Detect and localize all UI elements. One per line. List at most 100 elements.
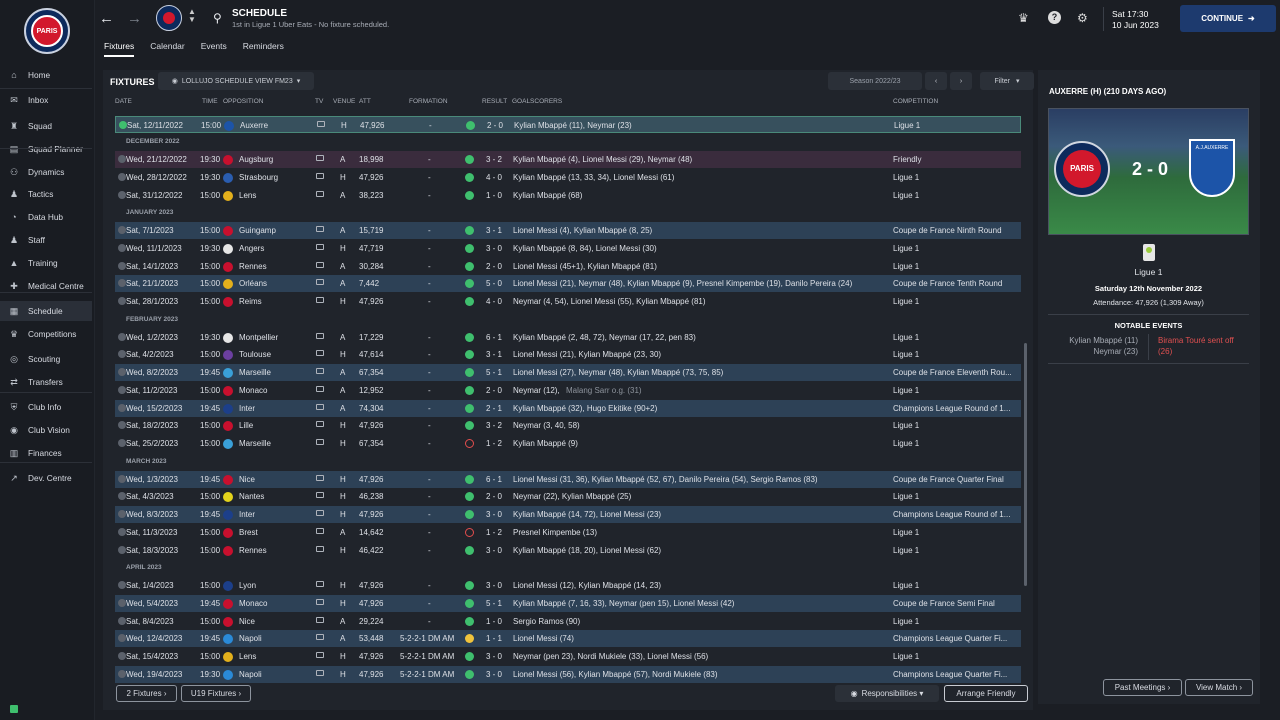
club-badge-small[interactable] xyxy=(156,5,182,31)
fixture-opposition[interactable]: Nice xyxy=(239,475,255,484)
sidebar-item-training[interactable]: ▲ Training xyxy=(0,253,92,273)
sidebar-item-transfers[interactable]: ⇄ Transfers xyxy=(0,372,92,392)
sidebar-item-competitions[interactable]: ♛ Competitions xyxy=(0,324,92,344)
fixture-row[interactable]: Wed, 12/4/2023 19:45 Napoli A 53,448 5-2-2-1 … xyxy=(115,630,1021,648)
column-header-result[interactable]: RESULT xyxy=(482,98,507,105)
fixture-opposition[interactable]: Toulouse xyxy=(239,350,271,359)
fixture-competition[interactable]: Ligue 1 xyxy=(893,652,919,661)
column-header-time[interactable]: TIME xyxy=(202,98,218,105)
fixture-opposition[interactable]: Nice xyxy=(239,617,255,626)
fixture-opposition[interactable]: Monaco xyxy=(239,599,267,608)
fixture-opposition[interactable]: Nantes xyxy=(239,492,264,501)
column-header-opposition[interactable]: OPPOSITION xyxy=(223,98,263,105)
settings-icon[interactable]: ⚙ xyxy=(1077,11,1088,25)
fixture-opposition[interactable]: Lens xyxy=(239,191,256,200)
fixture-row[interactable]: Sat, 4/3/2023 15:00 Nantes H 46,238 - 2 - 0 Ney… xyxy=(115,488,1021,505)
fixture-opposition[interactable]: Rennes xyxy=(239,262,267,271)
column-header-att[interactable]: ATT xyxy=(359,98,371,105)
fixture-row[interactable]: Sat, 18/2/2023 15:00 Lille H 47,926 - 3 - 2 Ney… xyxy=(115,417,1021,434)
tab-events[interactable]: Events xyxy=(201,41,227,57)
tab-reminders[interactable]: Reminders xyxy=(243,41,284,57)
season-selector[interactable]: Season 2022/23 xyxy=(828,72,922,90)
fixture-competition[interactable]: Ligue 1 xyxy=(893,546,919,555)
forward-icon[interactable]: → xyxy=(127,10,142,27)
prev-season-button[interactable]: ‹ xyxy=(925,72,947,90)
chevron-updown-icon[interactable]: ▲ ▼ xyxy=(188,8,196,24)
back-icon[interactable]: ← xyxy=(99,10,114,27)
fixture-competition[interactable]: Ligue 1 xyxy=(893,492,919,501)
tab-fixtures[interactable]: Fixtures xyxy=(104,41,135,57)
sidebar-item-squad[interactable]: ♜ Squad xyxy=(0,116,92,136)
fixture-row[interactable]: Wed, 1/3/2023 19:45 Nice H 47,926 - 6 - 1 Lione… xyxy=(115,470,1021,488)
column-header-formation[interactable]: FORMATION xyxy=(409,98,448,105)
column-header-venue[interactable]: VENUE xyxy=(333,98,355,105)
fixture-row[interactable]: Wed, 5/4/2023 19:45 Monaco H 47,926 - 5 - 1 Kyl… xyxy=(115,594,1021,612)
fixture-opposition[interactable]: Napoli xyxy=(239,634,262,643)
fixture-competition[interactable]: Ligue 1 xyxy=(893,528,919,537)
fixture-opposition[interactable]: Inter xyxy=(239,510,255,519)
fixture-competition[interactable]: Ligue 1 xyxy=(893,439,919,448)
fixture-row[interactable]: Sat, 31/12/2022 15:00 Lens A 38,223 - 1 - 0 Kyl… xyxy=(115,187,1021,204)
fixture-row[interactable]: Sat, 7/1/2023 15:00 Guingamp A 15,719 - 3 - 1 L… xyxy=(115,222,1021,239)
column-header-tv[interactable]: TV xyxy=(315,98,323,105)
fixture-row[interactable]: Wed, 8/2/2023 19:45 Marseille A 67,354 - 5 - 1… xyxy=(115,364,1021,381)
column-header-goalscorers[interactable]: GOALSCORERS xyxy=(512,98,562,105)
view-match-button[interactable]: View Match › xyxy=(1185,679,1253,696)
fixture-row[interactable]: Sat, 14/1/2023 15:00 Rennes A 30,284 - 2 - 0 Li… xyxy=(115,258,1021,275)
fixture-competition[interactable]: Coupe de France Tenth Round xyxy=(893,279,1002,288)
fixture-competition[interactable]: Ligue 1 xyxy=(893,333,919,342)
fixture-row[interactable]: Wed, 15/2/2023 19:45 Inter A 74,304 - 2 - 1 Kyl… xyxy=(115,399,1021,417)
column-header-date[interactable]: DATE xyxy=(115,98,132,105)
fixture-opposition[interactable]: Marseille xyxy=(239,368,271,377)
fixture-competition[interactable]: Ligue 1 xyxy=(893,350,919,359)
fixture-opposition[interactable]: Lens xyxy=(239,652,256,661)
fixture-opposition[interactable]: Strasbourg xyxy=(239,173,278,182)
fixture-competition[interactable]: Ligue 1 xyxy=(893,421,919,430)
fixture-row[interactable]: Sat, 15/4/2023 15:00 Lens H 47,926 5-2-2-1 DM… xyxy=(115,648,1021,665)
fixture-competition[interactable]: Ligue 1 xyxy=(893,262,919,271)
fixture-competition[interactable]: Ligue 1 xyxy=(893,386,919,395)
fixture-opposition[interactable]: Napoli xyxy=(239,670,262,679)
sidebar-item-schedule[interactable]: ▦ Schedule xyxy=(0,301,92,321)
fixture-row[interactable]: Sat, 28/1/2023 15:00 Reims H 47,926 - 4 - 0 Ney… xyxy=(115,293,1021,310)
fixture-competition[interactable]: Ligue 1 xyxy=(894,121,920,130)
continue-button[interactable]: CONTINUE ➜ xyxy=(1180,5,1276,32)
sidebar-item-squad-planner[interactable]: ▤ Squad Planner xyxy=(0,139,92,159)
fixture-opposition[interactable]: Augsburg xyxy=(239,155,273,164)
fixture-row[interactable]: Sat, 11/2/2023 15:00 Monaco A 12,952 - 2 - 0 Ne… xyxy=(115,382,1021,399)
past-meetings-button[interactable]: Past Meetings › xyxy=(1103,679,1182,696)
fixture-row[interactable]: Sat, 1/4/2023 15:00 Lyon H 47,926 - 3 - 0 Lione… xyxy=(115,577,1021,594)
fixture-opposition[interactable]: Auxerre xyxy=(240,121,268,130)
sidebar-item-home[interactable]: ⌂ Home xyxy=(0,65,92,85)
club-crest[interactable]: PARIS xyxy=(24,8,70,54)
fixture-competition[interactable]: Ligue 1 xyxy=(893,617,919,626)
fixture-row[interactable]: Sat, 11/3/2023 15:00 Brest A 14,642 - 1 - 2 Pre… xyxy=(115,524,1021,541)
arrange-friendly-button[interactable]: Arrange Friendly xyxy=(944,685,1028,702)
fixture-row[interactable]: Sat, 25/2/2023 15:00 Marseille H 67,354 - 1 - … xyxy=(115,435,1021,452)
sidebar-item-finances[interactable]: ▥ Finances xyxy=(0,443,92,463)
fixture-opposition[interactable]: Rennes xyxy=(239,546,267,555)
fixture-row[interactable]: Wed, 1/2/2023 19:30 Montpellier A 17,229 - 6 -… xyxy=(115,329,1021,346)
sidebar-item-staff[interactable]: ♟ Staff xyxy=(0,230,92,250)
fixture-opposition[interactable]: Lyon xyxy=(239,581,256,590)
fixtures-count-button[interactable]: 2 Fixtures › xyxy=(116,685,177,702)
fixture-opposition[interactable]: Lille xyxy=(239,421,253,430)
fixture-competition[interactable]: Coupe de France Ninth Round xyxy=(893,226,1002,235)
fixture-row[interactable]: Wed, 28/12/2022 19:30 Strasbourg H 47,926 - 4 … xyxy=(115,169,1021,186)
fixture-row[interactable]: Sat, 18/3/2023 15:00 Rennes H 46,422 - 3 - 0 Ky… xyxy=(115,542,1021,559)
sidebar-item-dynamics[interactable]: ⚇ Dynamics xyxy=(0,162,92,182)
fixture-competition[interactable]: Ligue 1 xyxy=(893,297,919,306)
fixture-row[interactable]: Wed, 11/1/2023 19:30 Angers H 47,719 - 3 - 0 Ky… xyxy=(115,240,1021,257)
filter-button[interactable]: Filter ▾ xyxy=(980,72,1034,90)
fixture-row[interactable]: Sat, 21/1/2023 15:00 Orléans A 7,442 - 5 - 0 Li… xyxy=(115,275,1021,293)
fixture-competition[interactable]: Coupe de France Semi Final xyxy=(893,599,995,608)
u19-fixtures-button[interactable]: U19 Fixtures › xyxy=(181,685,251,702)
fixture-opposition[interactable]: Marseille xyxy=(239,439,271,448)
fixture-competition[interactable]: Ligue 1 xyxy=(893,581,919,590)
column-header-competition[interactable]: COMPETITION xyxy=(893,98,938,105)
fixture-competition[interactable]: Champions League Round of 1... xyxy=(893,404,1010,413)
trophy-icon[interactable]: ♛ xyxy=(1018,11,1029,25)
fixture-opposition[interactable]: Angers xyxy=(239,244,264,253)
next-season-button[interactable]: › xyxy=(950,72,972,90)
sidebar-item-dev-centre[interactable]: ↗ Dev. Centre xyxy=(0,468,92,488)
